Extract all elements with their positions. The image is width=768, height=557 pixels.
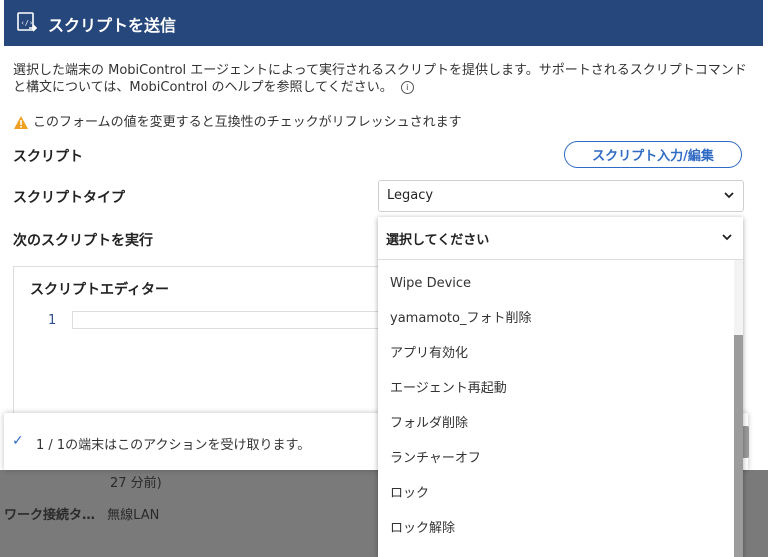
- warning-text: このフォームの値を変更すると互換性のチェックがリフレッシュされます: [33, 115, 462, 130]
- dropdown-option[interactable]: yamamoto_フォト削除: [378, 301, 733, 336]
- dropdown-scrollbar-thumb[interactable]: [734, 335, 743, 557]
- dropdown-option[interactable]: ロック解除: [378, 511, 733, 546]
- script-send-icon: ‹/›: [17, 12, 38, 32]
- dialog-header: ‹/› スクリプトを送信: [4, 0, 763, 46]
- script-editor-title: スクリプトエディター: [30, 282, 170, 298]
- warning-icon: [14, 116, 28, 129]
- background-network-row: ワーク接続タ… 無線LAN: [4, 504, 159, 523]
- info-icon[interactable]: i: [400, 81, 414, 94]
- check-icon: ✓: [12, 433, 24, 449]
- run-script-label: 次のスクリプトを実行: [13, 233, 153, 249]
- description-text: 選択した端末の MobiControl エージェントによって実行されるスクリプト…: [13, 63, 747, 95]
- svg-text:‹/›: ‹/›: [21, 19, 34, 27]
- dropdown-options: Wipe Device yamamoto_フォト削除 アプリ有効化 エージェント…: [378, 266, 733, 546]
- background-time: 27 分前): [110, 476, 162, 491]
- script-edit-button[interactable]: スクリプト入力/編集: [564, 141, 742, 168]
- line-number: 1: [48, 313, 57, 328]
- run-script-select[interactable]: 選択してください: [378, 217, 743, 260]
- dropdown-option[interactable]: ランチャーオフ: [378, 441, 733, 476]
- background-network-value: 無線LAN: [107, 508, 160, 523]
- run-script-dropdown[interactable]: 選択してください Wipe Device yamamoto_フォト削除 アプリ有…: [378, 217, 743, 557]
- dropdown-option[interactable]: エージェント再起動: [378, 371, 733, 406]
- script-type-label: スクリプトタイプ: [13, 190, 125, 206]
- script-label: スクリプト: [13, 149, 83, 165]
- compatibility-warning: このフォームの値を変更すると互換性のチェックがリフレッシュされます: [13, 111, 462, 130]
- dropdown-option[interactable]: ロック: [378, 476, 733, 511]
- dialog-description: 選択した端末の MobiControl エージェントによって実行されるスクリプト…: [13, 62, 748, 96]
- script-type-select[interactable]: Legacy: [378, 180, 744, 212]
- toast-message: 1 / 1の端末はこのアクションを受け取ります。: [36, 438, 311, 453]
- script-type-value: Legacy: [387, 188, 434, 203]
- dropdown-option[interactable]: フォルダ削除: [378, 406, 733, 441]
- dropdown-option[interactable]: Wipe Device: [378, 266, 733, 301]
- background-network-label: ワーク接続タ…: [4, 508, 96, 523]
- run-script-value: 選択してください: [386, 233, 490, 248]
- chevron-down-icon: [722, 234, 732, 241]
- chevron-down-icon: [724, 192, 734, 199]
- dialog-title: スクリプトを送信: [48, 16, 177, 35]
- dropdown-option[interactable]: アプリ有効化: [378, 336, 733, 371]
